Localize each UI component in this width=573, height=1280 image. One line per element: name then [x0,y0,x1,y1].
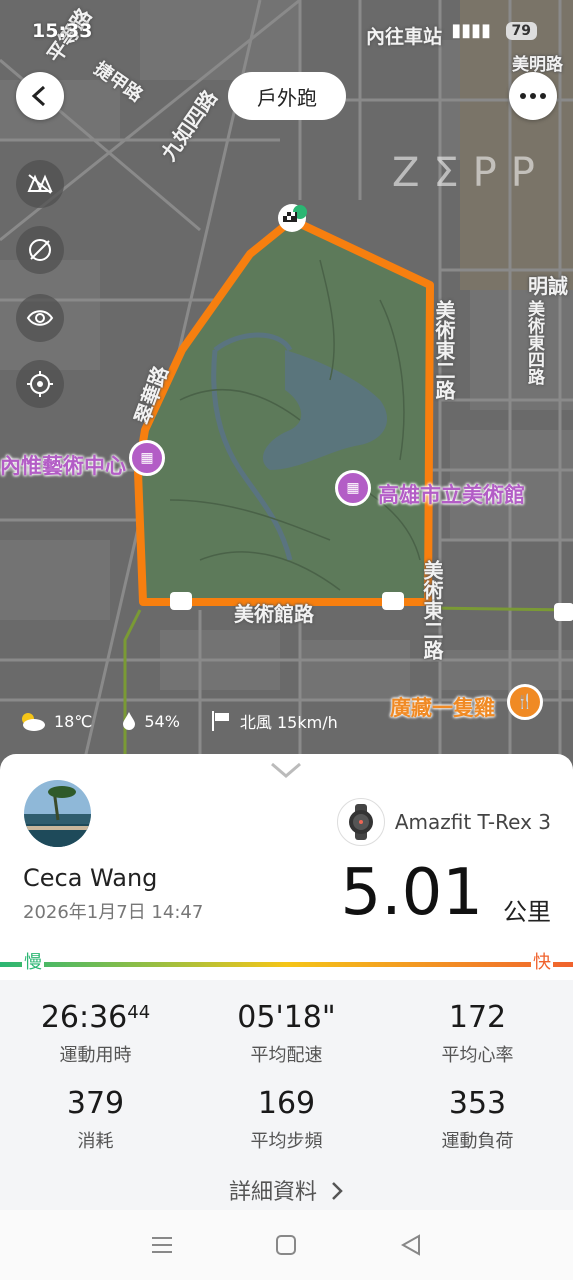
track-off-icon [29,239,51,261]
stat-value-sup: 44 [127,1002,151,1023]
hide-track-button[interactable] [16,226,64,274]
visibility-button[interactable] [16,294,64,342]
stat-label: 平均配速 [250,1045,323,1066]
weather-strip: 18℃ 54% 北風 15km/h [18,706,338,736]
stat-label: 平均心率 [441,1045,514,1066]
map-layer-icon [27,174,53,194]
watch-icon [336,798,385,846]
collapse-chevron-icon[interactable] [270,760,302,780]
back-button[interactable] [16,72,64,120]
road-label: 美明路 [512,55,563,75]
museum-poi-icon[interactable]: ▦ [129,440,165,476]
activity-type-title: 戶外跑 [228,72,346,120]
road-label: 美術東二路 [420,560,444,660]
stat-value: 172 [448,1000,507,1035]
stat-label: 消耗 [77,1131,114,1152]
road-label: 美術東四路 [524,300,544,385]
avatar[interactable] [24,780,91,847]
crosshair-icon [27,371,53,397]
pace-slow-label: 慢 [22,948,44,974]
home-square-icon [276,1235,297,1255]
stat-avg-cadence: 169 平均步頻 [191,1086,382,1153]
map-style-toggle-button[interactable] [16,160,64,208]
stat-label: 運動用時 [59,1045,132,1066]
details-link[interactable]: 詳細資料 [0,1174,573,1206]
stat-value: 353 [448,1086,507,1121]
stat-value: 379 [66,1086,125,1121]
battery-indicator: 79 [505,22,537,40]
pace-fast-label: 快 [531,948,553,974]
device-info[interactable]: Amazfit T-Rex 3 [336,798,551,846]
device-name: Amazfit T-Rex 3 [394,810,551,834]
stat-value: 169 [257,1086,316,1121]
activity-date: 2026年1月7日 14:47 [23,902,204,923]
stat-training-load: 353 運動負荷 [382,1086,573,1153]
stat-calories: 379 消耗 [0,1086,191,1153]
road-label: 明誠 [528,274,568,298]
stats-grid: 26:3644 運動用時 05'18" 平均配速 172 平均心率 379 消耗… [0,980,573,1210]
back-arrow-icon [31,85,46,107]
station-label: 內往車站 [366,26,443,48]
stat-value: 05'18" [237,1000,336,1035]
poi-label: 高雄市立美術館 [378,483,525,507]
museum-poi-icon[interactable]: ▦ [335,470,371,506]
details-label: 詳細資料 [228,1180,317,1205]
status-bar: 15:33 ▮▮▮▮ 79 [0,18,573,48]
humidity-icon [123,712,136,730]
wind: 北風 15km/h [239,713,338,732]
zepp-watermark: ZΣPP [392,150,549,196]
status-time: 15:33 [32,20,93,42]
avatar-image [24,780,91,847]
recent-apps-button[interactable] [142,1225,182,1265]
map-view[interactable]: 平等路 捷甲路 九如四路 翠華路 美術東二路 美術東四路 明誠 美明路 美術館路… [0,0,573,780]
stat-label: 運動負荷 [441,1131,514,1152]
restaurant-poi-icon[interactable]: 🍴 [507,684,543,720]
poi-label: 廣藏一隻雞 [390,696,495,720]
more-options-button[interactable] [509,72,557,120]
chevron-right-icon [332,1182,343,1200]
cloudy-sun-icon [22,713,45,731]
user-name: Ceca Wang [23,864,158,892]
stat-duration: 26:3644 運動用時 [0,1000,191,1067]
activity-summary-sheet: Amazfit T-Rex 3 Ceca Wang 2026年1月7日 14:4… [0,754,573,1210]
back-triangle-icon [400,1234,420,1256]
road-label: 美術館路 [234,602,314,626]
humidity: 54% [144,711,180,731]
stat-avg-heart-rate: 172 平均心率 [382,1000,573,1067]
wind-flag-icon [211,711,229,731]
system-nav-bar [0,1210,573,1280]
road-label: 美術東二路 [432,300,456,400]
more-dots-icon [520,93,546,99]
locate-button[interactable] [16,360,64,408]
signal-icon: ▮▮▮▮ [451,20,491,41]
menu-icon [152,1237,173,1253]
poi-label: 內惟藝術中心 [0,454,126,478]
stat-label: 平均步頻 [250,1131,323,1152]
stat-value: 26:36 [40,1000,128,1035]
stat-avg-pace: 05'18" 平均配速 [191,1000,382,1067]
home-button[interactable] [266,1225,306,1265]
system-back-button[interactable] [391,1225,431,1265]
distance-value: 5.01 [340,856,484,930]
pace-gradient-bar [0,962,573,967]
eye-icon [26,310,54,326]
distance-unit: 公里 [503,898,551,926]
temperature: 18℃ [54,711,93,731]
